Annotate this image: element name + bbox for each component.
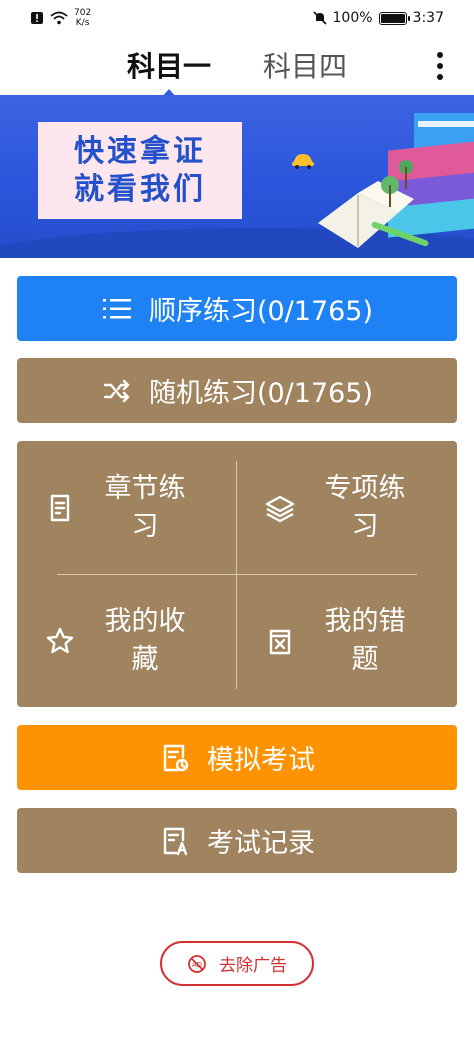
battery-percent: 100%: [332, 10, 373, 26]
banner-slogan-line1: 快速拿证: [74, 133, 206, 169]
special-practice-button[interactable]: 专项练习: [237, 441, 457, 574]
shuffle-icon: [101, 375, 133, 407]
books-illustration: [318, 113, 474, 248]
exam-record-label: 考试记录: [207, 828, 315, 859]
random-practice-button[interactable]: 随机练习(0/1765): [17, 358, 457, 423]
practice-grid: 章节练习 专项练习 我的收藏 我的错题: [17, 441, 457, 707]
net-speed-value: 702: [74, 8, 92, 18]
list-icon: [101, 293, 133, 325]
promo-banner[interactable]: 快速拿证 就看我们: [0, 95, 474, 258]
banner-slogan-card: 快速拿证 就看我们: [38, 122, 242, 219]
chapter-practice-label: 章节练习: [104, 472, 186, 542]
exam-paper-icon: [159, 742, 191, 774]
document-icon: [50, 494, 70, 521]
exam-record-button[interactable]: 考试记录: [17, 808, 457, 873]
tab-subject-four[interactable]: 科目四: [237, 45, 373, 85]
favorites-button[interactable]: 我的收藏: [17, 574, 237, 707]
subject-tabs: 科目一 科目四: [0, 36, 474, 94]
mock-exam-button[interactable]: 模拟考试: [17, 725, 457, 790]
mistakes-button[interactable]: 我的错题: [237, 574, 457, 707]
car-icon: [292, 154, 314, 169]
mock-exam-label: 模拟考试: [207, 745, 315, 776]
sequential-practice-button[interactable]: 顺序练习(0/1765): [17, 276, 457, 341]
app-screen: 702 K/s 100% 3:37 科目一 科目四 快速拿证 就看我们 顺序练习…: [0, 0, 474, 1053]
net-speed-unit: K/s: [75, 18, 90, 28]
star-icon: [46, 627, 74, 653]
remove-ads-button[interactable]: AD 去除广告: [160, 941, 314, 986]
record-paper-icon: [159, 825, 191, 857]
favorites-label: 我的收藏: [104, 605, 186, 675]
net-speed: 702 K/s: [74, 8, 91, 28]
notification-alert-icon: [31, 12, 43, 24]
banner-slogan-line2: 就看我们: [74, 171, 206, 207]
clock: 3:37: [412, 10, 444, 26]
no-ads-icon: AD: [188, 954, 206, 973]
status-left: 702 K/s: [30, 8, 91, 28]
battery-icon: [378, 11, 410, 25]
remove-ads-label: 去除广告: [219, 956, 287, 976]
mute-bell-icon: [312, 11, 327, 25]
wrong-book-icon: [269, 629, 291, 654]
tab-subject-one[interactable]: 科目一: [101, 45, 237, 85]
wifi-icon: [50, 11, 68, 25]
random-practice-label: 随机练习(0/1765): [148, 378, 374, 409]
more-menu-icon[interactable]: [428, 46, 452, 86]
mistakes-label: 我的错题: [324, 605, 406, 675]
status-right: 100% 3:37: [312, 10, 444, 26]
status-bar: 702 K/s 100% 3:37: [0, 0, 474, 36]
layers-icon: [265, 495, 295, 522]
special-practice-label: 专项练习: [324, 472, 406, 542]
svg-text:AD: AD: [192, 961, 202, 969]
chapter-practice-button[interactable]: 章节练习: [17, 441, 237, 574]
sequential-practice-label: 顺序练习(0/1765): [148, 296, 374, 327]
